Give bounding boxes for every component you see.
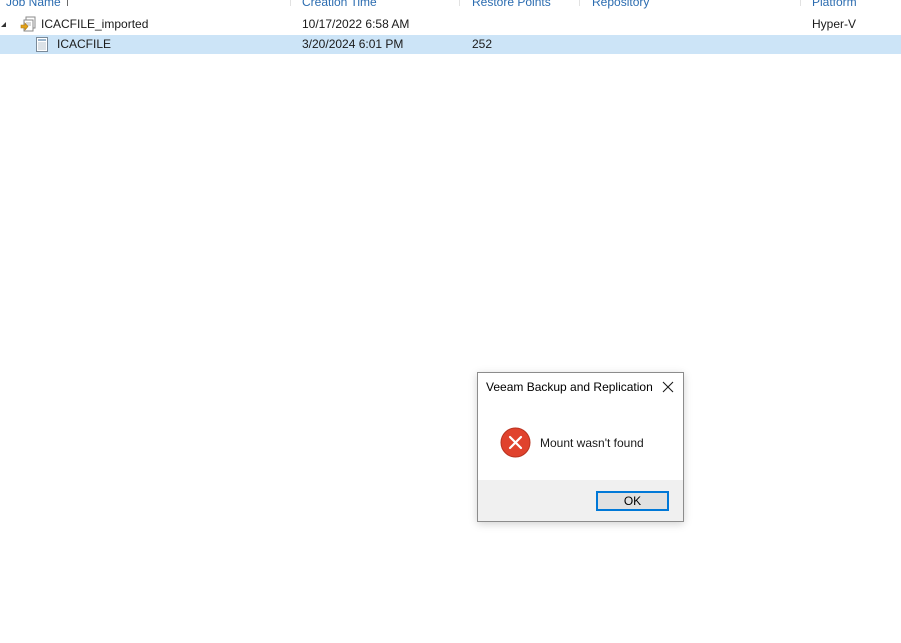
- column-separator[interactable]: [579, 0, 580, 6]
- dialog-title: Veeam Backup and Replication: [486, 380, 653, 394]
- column-platform-label: Platform: [812, 0, 857, 9]
- expand-collapse-icon[interactable]: [1, 22, 6, 27]
- ok-button[interactable]: OK: [596, 491, 669, 511]
- error-dialog: Veeam Backup and Replication Mount wasn'…: [477, 372, 684, 522]
- dialog-message: Mount wasn't found: [540, 436, 644, 450]
- column-separator[interactable]: [459, 0, 460, 6]
- vm-name-cell: ICACFILE: [57, 37, 112, 51]
- column-restore-points-label: Restore Points: [472, 0, 551, 9]
- column-creation-time-label: Creation Time: [302, 0, 377, 9]
- column-creation-time[interactable]: Creation Time: [302, 0, 377, 10]
- restore-points-cell: 252: [472, 37, 493, 51]
- column-separator[interactable]: [800, 0, 801, 6]
- column-separator[interactable]: [290, 0, 291, 6]
- table-row-job[interactable]: ICACFILE_imported 10/17/2022 6:58 AM Hyp…: [0, 15, 901, 34]
- column-job-name[interactable]: Job Name: [6, 0, 68, 10]
- close-icon[interactable]: [659, 378, 677, 396]
- job-name-cell: ICACFILE_imported: [41, 17, 149, 31]
- dialog-footer: OK: [478, 480, 683, 521]
- column-restore-points[interactable]: Restore Points: [472, 0, 551, 10]
- dialog-body: Mount wasn't found: [478, 403, 683, 481]
- imported-backup-job-icon: [20, 16, 37, 36]
- platform-cell: Hyper-V: [812, 17, 857, 31]
- vm-icon: [36, 37, 48, 55]
- column-header: Job Name Creation Time Restore Points Re…: [0, 0, 901, 10]
- column-repository[interactable]: Repository: [592, 0, 649, 10]
- sort-indicator-icon: [66, 0, 68, 6]
- column-job-name-label: Job Name: [6, 0, 61, 9]
- error-icon: [500, 427, 531, 458]
- column-platform[interactable]: Platform: [812, 0, 857, 10]
- creation-time-cell: 10/17/2022 6:58 AM: [302, 17, 410, 31]
- table-row-vm[interactable]: ICACFILE 3/20/2024 6:01 PM 252: [0, 35, 901, 54]
- creation-time-cell: 3/20/2024 6:01 PM: [302, 37, 404, 51]
- column-repository-label: Repository: [592, 0, 650, 9]
